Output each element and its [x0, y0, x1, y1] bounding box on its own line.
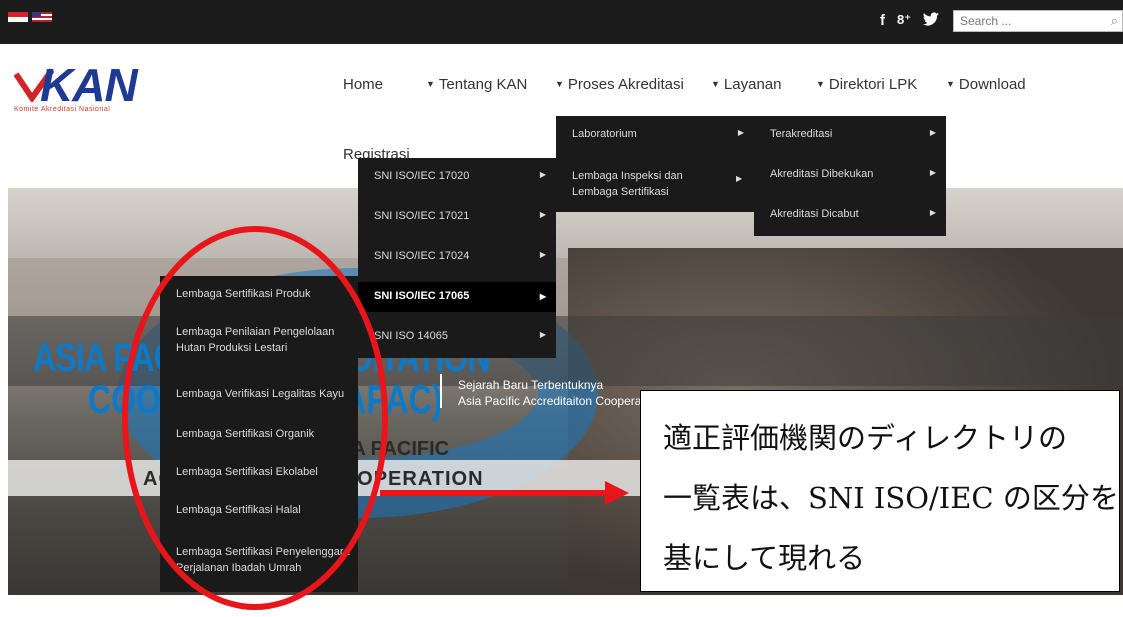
menu-item-sni-14065[interactable]: SNI ISO 14065 ▶ — [358, 330, 556, 342]
chevron-right-icon: ▶ — [539, 292, 546, 301]
annotation-line3: 基にして現れる — [663, 541, 866, 575]
menu-item-sni-17065-active[interactable]: SNI ISO/IEC 17065 ▶ — [358, 282, 556, 312]
menu-item-label: SNI ISO/IEC 17020 — [374, 170, 470, 182]
facebook-icon[interactable]: f — [880, 12, 885, 29]
annotation-callout: 適正評価機関のディレクトリの 一覧表は、SNI ISO/IEC の区分を 基にし… — [640, 390, 1120, 592]
annotation-line1: 適正評価機関のディレクトリの — [663, 421, 1067, 455]
hero-caption-line1: Sejarah Baru Terbentuknya — [458, 378, 604, 392]
chevron-right-icon: ▶ — [539, 170, 546, 179]
nav-label: Tentang KAN — [438, 76, 528, 93]
logo-subtitle: Komite Akreditasi Nasional — [14, 106, 111, 113]
nav-label: Layanan — [723, 76, 782, 93]
menu-item-sni-17024[interactable]: SNI ISO/IEC 17024 ▶ — [358, 250, 556, 262]
menu-item-akreditasi-dibekukan[interactable]: Akreditasi Dibekukan ▶ — [754, 168, 946, 180]
caret-down-icon: ▼ — [426, 79, 435, 89]
hero-caption-line2: Asia Pacific Accreditaiton Cooperation — [458, 394, 661, 408]
nav-direktori-lpk[interactable]: ▼ Direktori LPK — [816, 76, 917, 93]
caret-down-icon: ▼ — [711, 79, 720, 89]
search-icon[interactable]: ⌕ — [1111, 13, 1118, 29]
flag-indonesia-icon[interactable] — [8, 12, 28, 22]
search-input[interactable]: Search ... ⌕ — [953, 10, 1123, 32]
nav-label: Direktori LPK — [828, 76, 918, 93]
chevron-right-icon: ▶ — [929, 168, 936, 177]
menu-item-label: SNI ISO/IEC 17021 — [374, 210, 470, 222]
nav-home[interactable]: Home — [343, 76, 383, 93]
twitter-icon[interactable] — [922, 12, 940, 29]
nav-label: Download — [958, 76, 1026, 93]
chevron-right-icon: ▶ — [539, 210, 546, 219]
chevron-right-icon: ▶ — [736, 174, 743, 183]
menu-item-laboratorium[interactable]: Laboratorium ▶ — [556, 128, 754, 140]
menu-item-label: Akreditasi Dicabut — [770, 208, 859, 220]
menu-item-label: Terakreditasi — [770, 128, 833, 140]
caret-down-icon: ▼ — [816, 79, 825, 89]
logo[interactable]: KAN — [40, 58, 138, 112]
menu-item-label: SNI ISO/IEC 17065 — [374, 290, 470, 302]
nav-download[interactable]: ▼ Download — [946, 76, 1026, 93]
menu-item-label: Laboratorium — [572, 128, 637, 140]
nav-label: Proses Akreditasi — [567, 76, 684, 93]
menu-item-terakreditasi[interactable]: Terakreditasi ▶ — [754, 128, 946, 140]
caret-down-icon: ▼ — [946, 79, 955, 89]
menu-item-sni-17021[interactable]: SNI ISO/IEC 17021 ▶ — [358, 210, 556, 222]
top-bar: f 8⁺ Search ... ⌕ — [0, 0, 1123, 44]
chevron-right-icon: ▶ — [737, 128, 744, 137]
caption-divider — [440, 374, 442, 408]
nav-tentang-kan[interactable]: ▼ Tentang KAN — [426, 76, 527, 93]
menu-item-label: SNI ISO/IEC 17024 — [374, 250, 470, 262]
menu-item-label: Lembaga Inspeksi dan Lembaga Sertifikasi — [572, 170, 683, 198]
menu-direktori-lpk: Laboratorium ▶ Lembaga Inspeksi dan Lemba… — [556, 116, 754, 212]
nav-proses-akreditasi[interactable]: ▼ Proses Akreditasi — [555, 76, 684, 93]
chevron-right-icon: ▶ — [929, 208, 936, 217]
chevron-right-icon: ▶ — [929, 128, 936, 137]
menu-item-akreditasi-dicabut[interactable]: Akreditasi Dicabut ▶ — [754, 208, 946, 220]
nav-layanan[interactable]: ▼ Layanan — [711, 76, 781, 93]
annotation-arrow-shaft — [380, 490, 620, 496]
menu-item-label: Akreditasi Dibekukan — [770, 168, 874, 180]
arrow-right-icon — [605, 481, 629, 505]
menu-item-lembaga-inspeksi[interactable]: Lembaga Inspeksi dan Lembaga Sertifikasi — [556, 168, 726, 200]
chevron-right-icon: ▶ — [539, 250, 546, 259]
chevron-right-icon: ▶ — [539, 330, 546, 339]
menu-item-label: SNI ISO 14065 — [374, 330, 448, 342]
menu-item-sni-17020[interactable]: SNI ISO/IEC 17020 ▶ — [358, 170, 556, 182]
caret-down-icon: ▼ — [555, 79, 564, 89]
flag-english-icon[interactable] — [32, 12, 52, 22]
google-plus-icon[interactable]: 8⁺ — [897, 12, 911, 28]
menu-sni: SNI ISO/IEC 17020 ▶ SNI ISO/IEC 17021 ▶ SN… — [358, 158, 556, 358]
highlight-ellipse — [122, 226, 388, 610]
search-placeholder: Search ... — [960, 14, 1012, 28]
menu-status: Terakreditasi ▶ Akreditasi Dibekukan ▶ Akr… — [754, 116, 946, 236]
annotation-line2: 一覧表は、SNI ISO/IEC の区分を — [663, 481, 1119, 515]
